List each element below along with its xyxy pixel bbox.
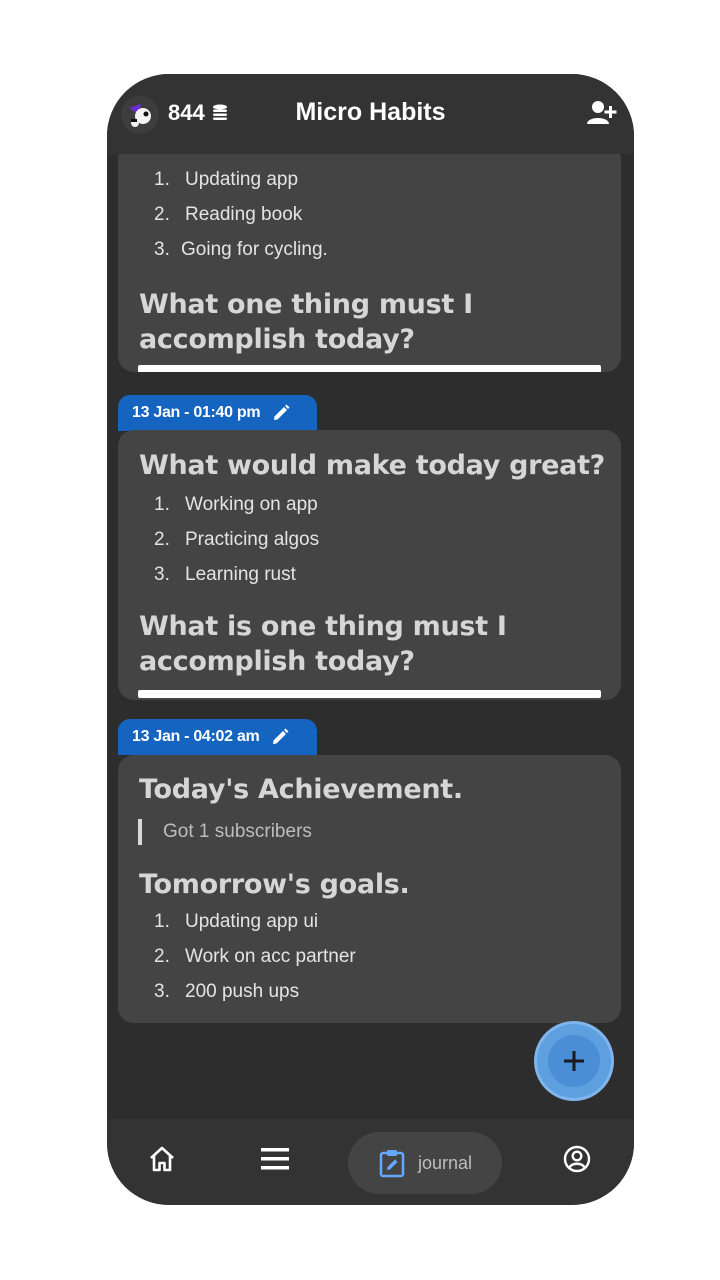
entry-date-tab[interactable]: 13 Jan - 04:02 am	[118, 719, 317, 755]
text-input-bar[interactable]	[138, 690, 601, 698]
list-item: 3. Going for cycling.	[154, 239, 328, 260]
list-item: 2. Reading book	[154, 204, 303, 225]
goals-list: 1. Updating app 2. Reading book 3. Going fo…	[118, 162, 621, 267]
journal-icon	[379, 1150, 405, 1178]
menu-icon	[261, 1148, 289, 1170]
top-app-bar: 844 Micro Habits	[107, 74, 634, 154]
fab-inner	[548, 1035, 600, 1087]
entry-heading: Tomorrow's goals.	[139, 869, 410, 900]
entry-date-tab[interactable]: 13 Jan - 01:40 pm	[118, 395, 317, 431]
list-item: 2. Work on acc partner	[154, 946, 356, 967]
add-entry-button[interactable]	[537, 1024, 611, 1098]
bottom-navigation: journal	[107, 1119, 634, 1205]
entry-date: 13 Jan - 01:40 pm	[132, 404, 261, 421]
add-user-icon	[587, 101, 617, 124]
app-title: Micro Habits	[295, 98, 446, 126]
list-item: 1. Updating app	[154, 169, 299, 190]
entry-question: What is one thing must I accomplish toda…	[139, 611, 507, 677]
text-input-bar[interactable]	[138, 365, 601, 372]
journal-entry-card[interactable]: 1. Updating app 2. Reading book 3. Going fo…	[118, 154, 621, 372]
list-item: 1. Working on app	[154, 494, 318, 515]
journal-feed[interactable]: 1. Updating app 2. Reading book 3. Going fo…	[107, 154, 634, 1119]
entry-date: 13 Jan - 04:02 am	[132, 728, 260, 745]
goals-list: 1. Working on app 2. Practicing algos 3. Le…	[118, 487, 621, 592]
list-item: 2. Practicing algos	[154, 529, 320, 550]
edit-icon[interactable]	[271, 728, 289, 746]
home-icon	[150, 1146, 174, 1172]
list-item: 3. 200 push ups	[154, 981, 300, 1002]
nav-profile[interactable]	[562, 1144, 592, 1179]
achievement-quote: Got 1 subscribers	[138, 819, 621, 845]
goals-list: 1. Updating app ui 2. Work on acc partner …	[118, 904, 621, 1009]
nav-journal[interactable]: journal	[348, 1132, 502, 1194]
edit-icon[interactable]	[272, 404, 290, 422]
add-user-button[interactable]	[586, 98, 618, 128]
nav-menu[interactable]	[259, 1144, 291, 1179]
plus-icon	[564, 1051, 584, 1071]
entry-question: What one thing must I accomplish today?	[139, 289, 473, 355]
phone-frame: 844 Micro Habits 1. Updating app 2. Read…	[107, 74, 634, 1205]
journal-entry-card[interactable]: What would make today great? 1. Working o…	[118, 430, 621, 700]
entry-heading: Today's Achievement.	[139, 774, 463, 805]
nav-journal-label: journal	[417, 1152, 473, 1173]
entry-question: What would make today great?	[139, 450, 606, 481]
nav-home[interactable]	[147, 1144, 177, 1179]
profile-icon	[563, 1145, 591, 1173]
journal-entry-card[interactable]: Today's Achievement. Got 1 subscribers T…	[118, 755, 621, 1023]
list-item: 1. Updating app ui	[154, 911, 319, 932]
list-item: 3. Learning rust	[154, 564, 296, 585]
